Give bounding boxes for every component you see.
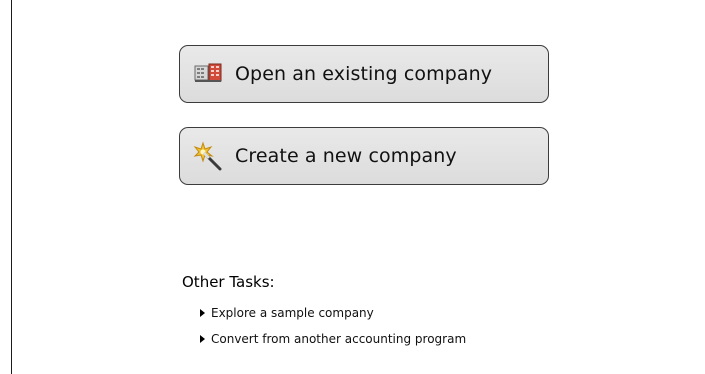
create-new-company-button[interactable]: Create a new company — [179, 127, 549, 185]
task-link-label: Explore a sample company — [211, 306, 374, 320]
other-tasks-section: Other Tasks: Explore a sample company Co… — [182, 272, 602, 352]
explore-sample-company-link[interactable]: Explore a sample company — [182, 300, 602, 326]
open-existing-company-label: Open an existing company — [235, 63, 493, 85]
company-files-icon — [193, 59, 223, 89]
bullet-arrow-icon — [200, 335, 205, 343]
welcome-panel: Open an existing company Create a new co… — [0, 0, 705, 374]
create-new-company-label: Create a new company — [235, 145, 457, 167]
magic-wand-icon — [193, 141, 223, 171]
convert-accounting-program-link[interactable]: Convert from another accounting program — [182, 326, 602, 352]
other-tasks-heading: Other Tasks: — [182, 273, 275, 291]
task-link-label: Convert from another accounting program — [211, 332, 467, 346]
panel-divider — [11, 0, 12, 374]
open-existing-company-button[interactable]: Open an existing company — [179, 45, 549, 103]
bullet-arrow-icon — [200, 309, 205, 317]
